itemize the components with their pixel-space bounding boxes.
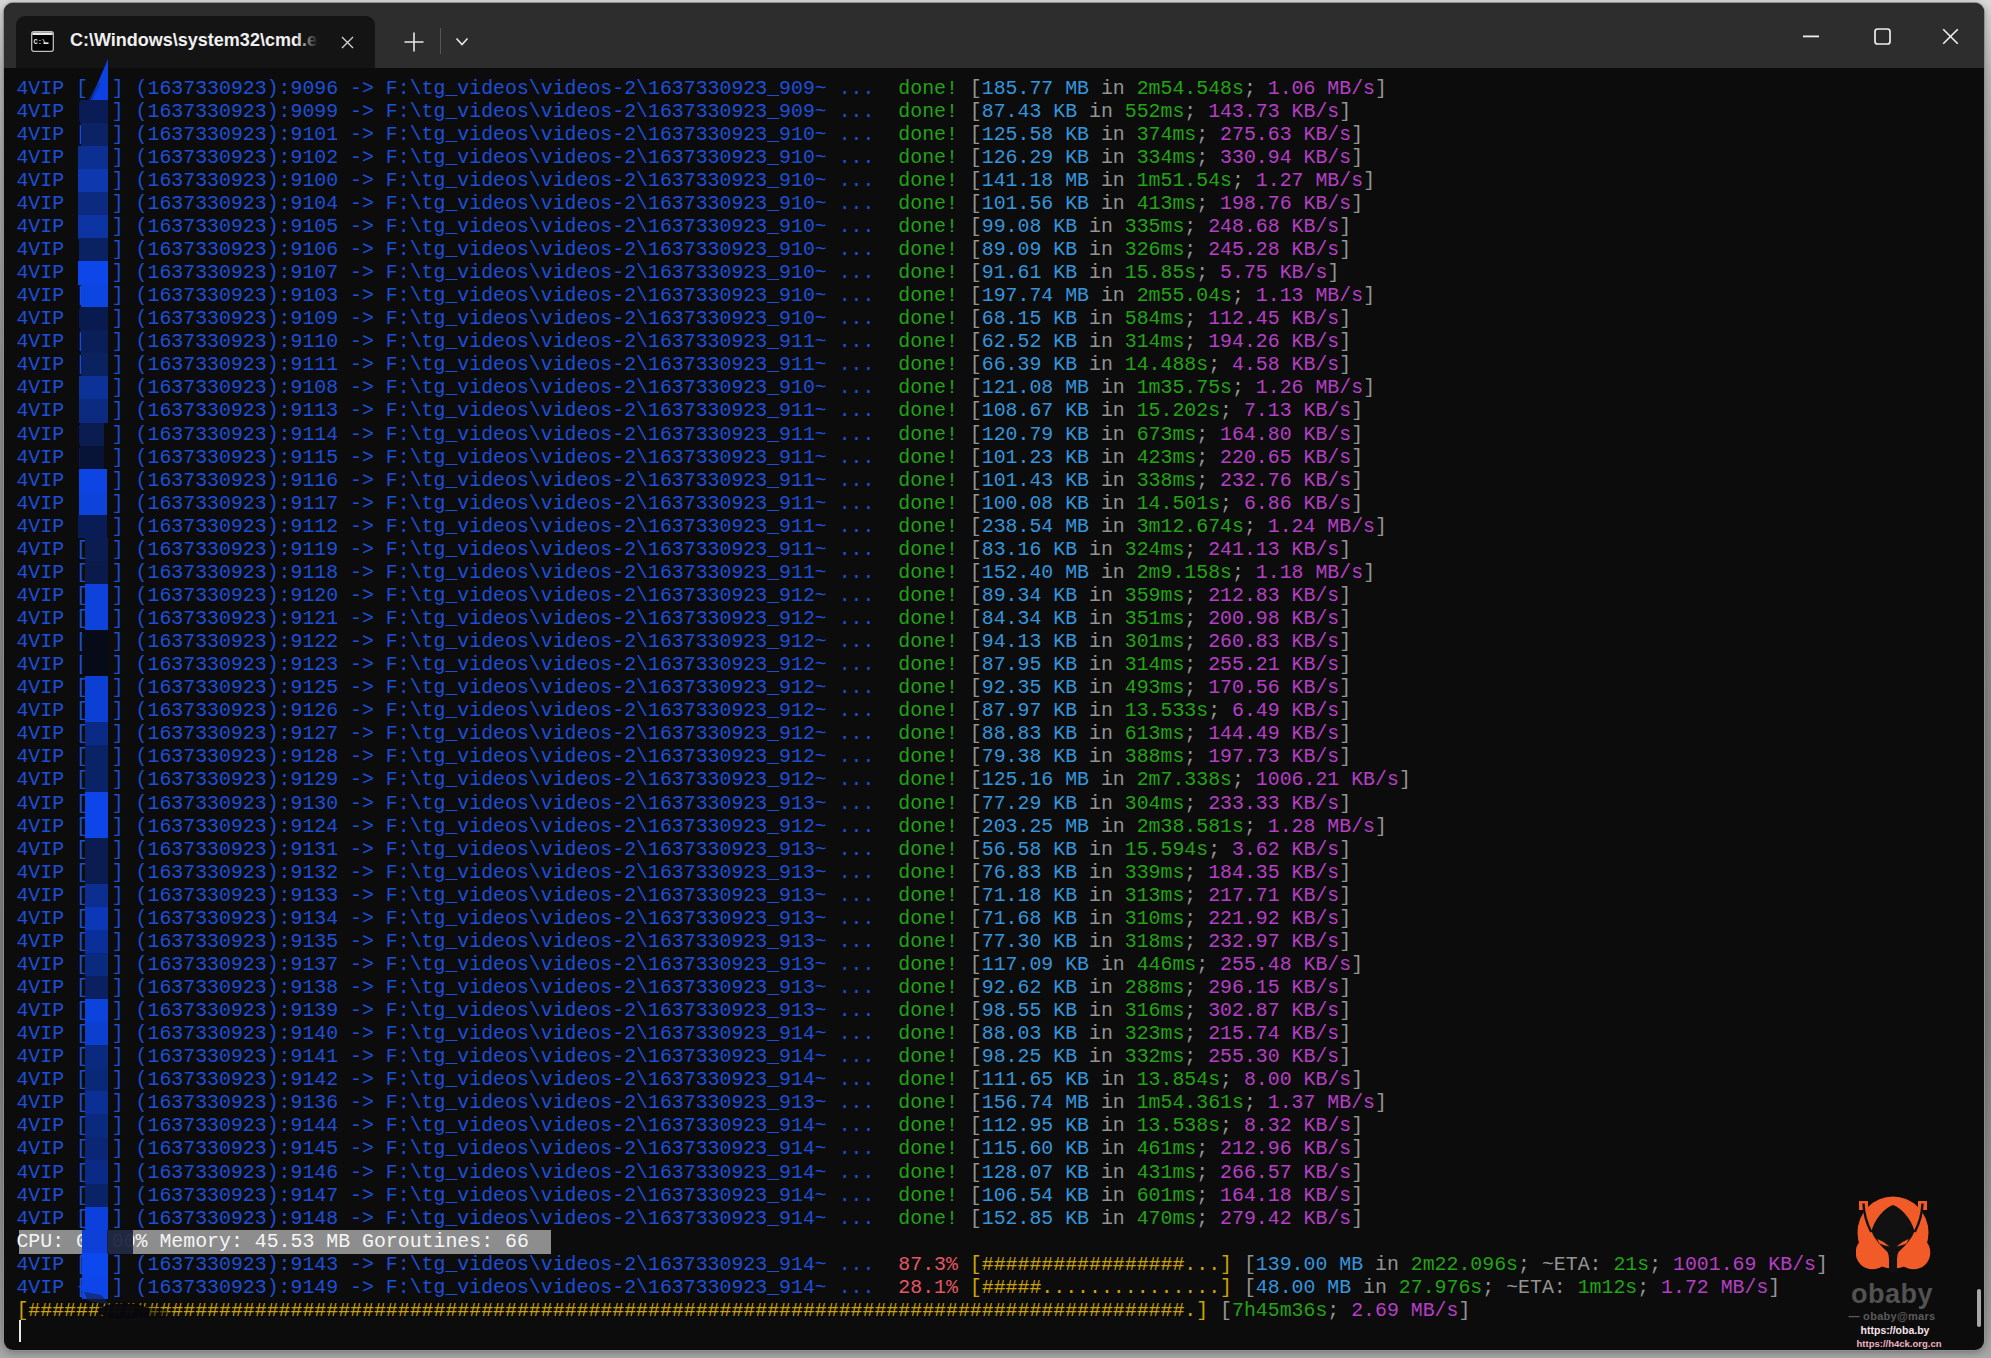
svg-text:C:\: C:\: [34, 38, 47, 46]
